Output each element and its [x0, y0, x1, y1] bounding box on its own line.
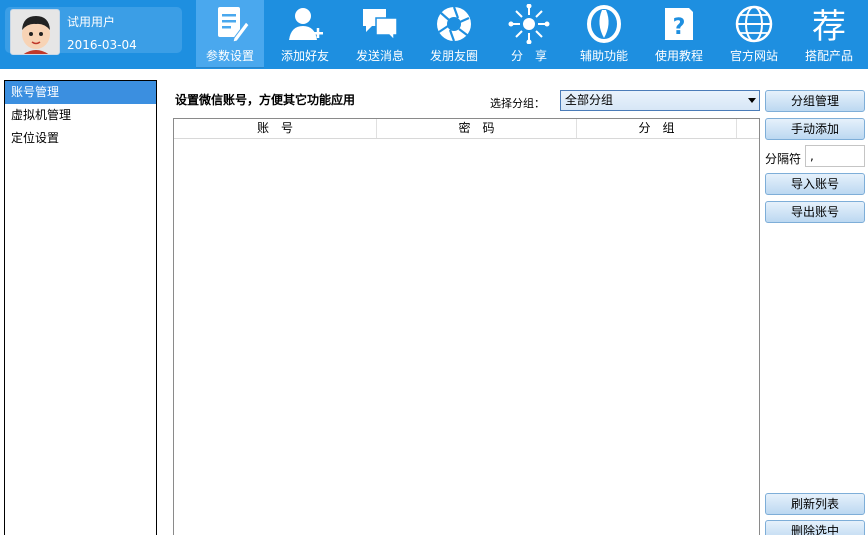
group-select-value: 全部分组	[565, 93, 614, 107]
table-header: 账 号 密 码 分 组	[174, 119, 759, 139]
nav-label: 发朋友圈	[429, 49, 478, 63]
nav-label: 分 享	[510, 49, 547, 63]
leaf-icon	[587, 5, 621, 43]
group-select[interactable]: 全部分组	[560, 90, 760, 111]
recommend-char-icon: 荐	[812, 7, 846, 44]
export-account-button[interactable]: 导出账号	[765, 201, 865, 223]
share-burst-icon	[508, 4, 550, 44]
user-date: 2016-03-04	[67, 38, 137, 52]
sidebar-item-location-settings[interactable]: 定位设置	[5, 127, 156, 150]
nav-tutorial[interactable]: ? 使用教程	[645, 0, 713, 68]
manual-add-button[interactable]: 手动添加	[765, 118, 865, 140]
user-card: 试用用户 2016-03-04	[5, 7, 182, 55]
chevron-down-icon	[748, 98, 756, 103]
nav-label: 使用教程	[654, 49, 703, 63]
chat-bubbles-icon	[363, 9, 398, 42]
nav-label: 搭配产品	[804, 49, 853, 63]
camera-aperture-icon	[437, 6, 471, 42]
account-table[interactable]: 账 号 密 码 分 组	[173, 118, 760, 535]
group-manage-button[interactable]: 分组管理	[765, 90, 865, 112]
nav-label: 添加好友	[280, 49, 329, 63]
sidebar-item-account-management[interactable]: 账号管理	[5, 81, 156, 104]
sidebar-item-vm-management[interactable]: 虚拟机管理	[5, 104, 156, 127]
nav-label: 官方网站	[729, 49, 778, 63]
help-folder-icon: ?	[665, 8, 693, 40]
user-avatar	[10, 9, 60, 55]
nav-label: 辅助功能	[579, 49, 628, 63]
separator-label: 分隔符	[765, 152, 802, 166]
svg-text:荐: 荐	[812, 7, 846, 44]
sidebar: 账号管理 虚拟机管理 定位设置	[4, 80, 157, 535]
nav-send-message[interactable]: 发送消息	[346, 0, 414, 68]
nav-moments[interactable]: 发朋友圈	[420, 0, 488, 68]
nav-add-friend[interactable]: 添加好友	[271, 0, 339, 68]
refresh-list-button[interactable]: 刷新列表	[765, 493, 865, 515]
add-user-icon	[289, 8, 323, 40]
column-header-spacer	[737, 119, 759, 138]
globe-icon	[735, 5, 773, 43]
nav-label: 发送消息	[355, 49, 404, 63]
separator-input[interactable]: ,	[805, 145, 865, 167]
user-name: 试用用户	[67, 15, 116, 29]
top-toolbar: 试用用户 2016-03-04 参数设置 添加好友 发送消息 发朋友圈 分 享 …	[0, 0, 868, 69]
nav-website[interactable]: 官方网站	[720, 0, 788, 68]
column-header-password[interactable]: 密 码	[377, 119, 577, 138]
group-select-label: 选择分组：	[490, 97, 545, 110]
nav-assist[interactable]: 辅助功能	[570, 0, 638, 68]
column-header-group[interactable]: 分 组	[577, 119, 737, 138]
document-edit-icon	[218, 7, 250, 43]
delete-selected-button[interactable]: 删除选中	[765, 520, 865, 535]
nav-products[interactable]: 荐 搭配产品	[795, 0, 863, 68]
page-title: 设置微信账号，方便其它功能应用	[175, 93, 356, 107]
import-account-button[interactable]: 导入账号	[765, 173, 865, 195]
svg-text:?: ?	[673, 15, 686, 40]
nav-share[interactable]: 分 享	[495, 0, 563, 68]
avatar-face-icon	[11, 10, 59, 54]
column-header-account[interactable]: 账 号	[174, 119, 377, 138]
nav-label: 参数设置	[205, 49, 254, 63]
nav-settings[interactable]: 参数设置	[196, 0, 264, 68]
